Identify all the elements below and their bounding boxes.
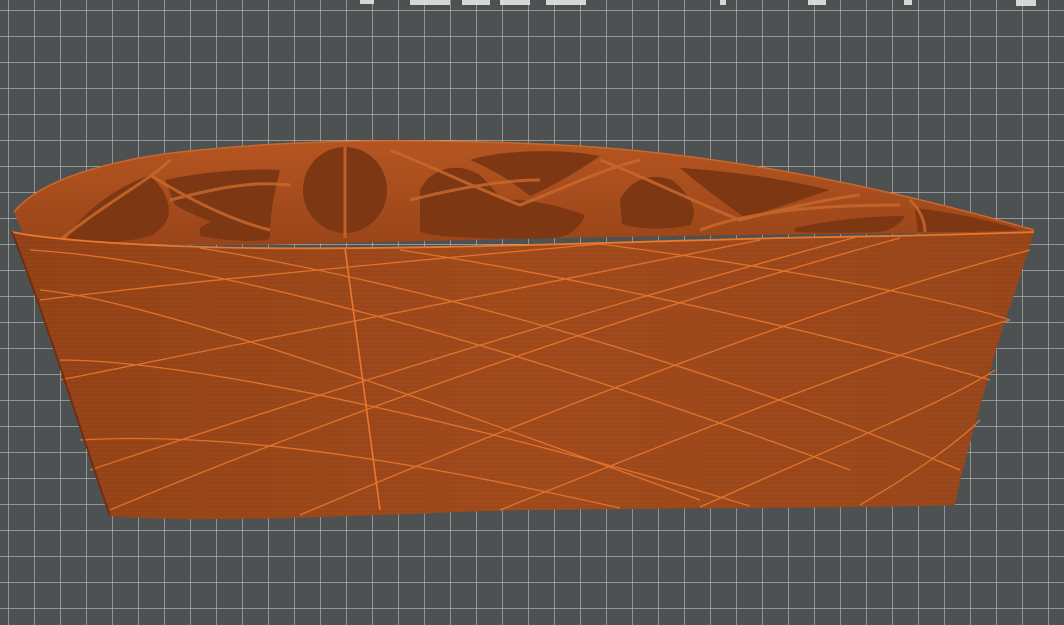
slicer-scene[interactable] (0, 0, 1064, 625)
printed-model[interactable] (11, 140, 1035, 520)
model-outer-wall-texture (12, 232, 1034, 520)
3d-viewport[interactable] (0, 0, 1064, 625)
